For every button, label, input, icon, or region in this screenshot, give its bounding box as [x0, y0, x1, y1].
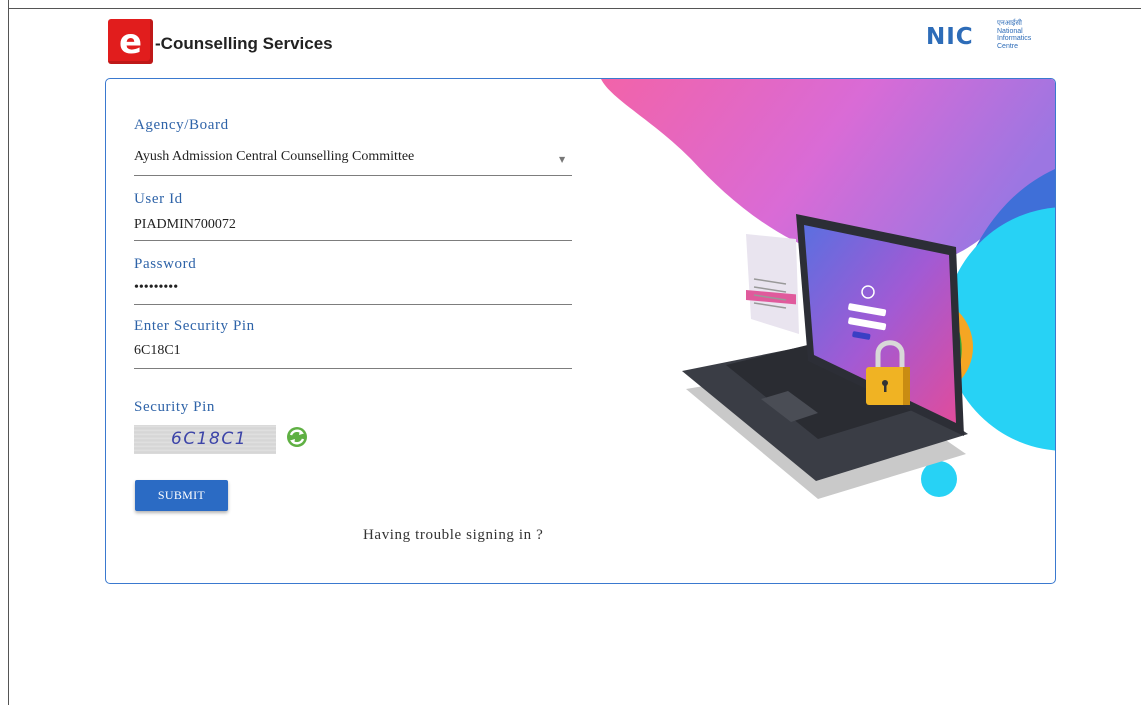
- security-pin-label: Security Pin: [134, 399, 215, 415]
- user-id-input[interactable]: PIADMIN700072: [134, 217, 236, 233]
- user-id-underline: [134, 240, 572, 241]
- login-card: Agency/Board Ayush Admission Central Cou…: [105, 78, 1056, 584]
- padlock-side: [903, 367, 910, 405]
- agency-board-underline: [134, 175, 572, 176]
- user-id-label: User Id: [134, 191, 183, 207]
- refresh-icon[interactable]: [286, 426, 308, 448]
- page-left-border: [8, 0, 9, 705]
- e-counselling-logo: e: [108, 19, 153, 64]
- document-card: [746, 234, 799, 334]
- security-pin-underline: [134, 368, 572, 369]
- nic-line-centre: Centre: [997, 42, 1019, 50]
- password-input[interactable]: •••••••••: [134, 280, 178, 296]
- chevron-down-icon[interactable]: ▼: [559, 155, 565, 164]
- security-pin-input[interactable]: 6C18C1: [134, 343, 181, 359]
- trouble-signing-in-link[interactable]: Having trouble signing in ?: [363, 527, 543, 544]
- brand-title: -Counselling Services: [155, 34, 333, 53]
- submit-button[interactable]: SUBMIT: [135, 480, 228, 511]
- nic-line-informatics: Informatics: [997, 35, 1032, 42]
- agency-board-select[interactable]: Ayush Admission Central Counselling Comm…: [134, 149, 414, 165]
- small-cyan-dot: [921, 461, 957, 497]
- password-underline: [134, 304, 572, 305]
- password-label: Password: [134, 256, 197, 272]
- captcha-image: 6C18C1: [134, 425, 276, 454]
- captcha-text: 6C18C1: [171, 429, 248, 449]
- nic-line-national: National: [997, 27, 1023, 35]
- nic-logo: NIC एनआईसी National Informatics Centre: [926, 20, 1038, 52]
- nic-hindi-text: एनआईसी: [997, 20, 1022, 27]
- page-top-border: [8, 8, 1141, 9]
- enter-security-pin-label: Enter Security Pin: [134, 318, 255, 334]
- nic-logo-text: एनआईसी National Informatics Centre: [997, 20, 1031, 50]
- nic-logo-letters: NIC: [926, 24, 974, 50]
- agency-board-label: Agency/Board: [134, 117, 229, 133]
